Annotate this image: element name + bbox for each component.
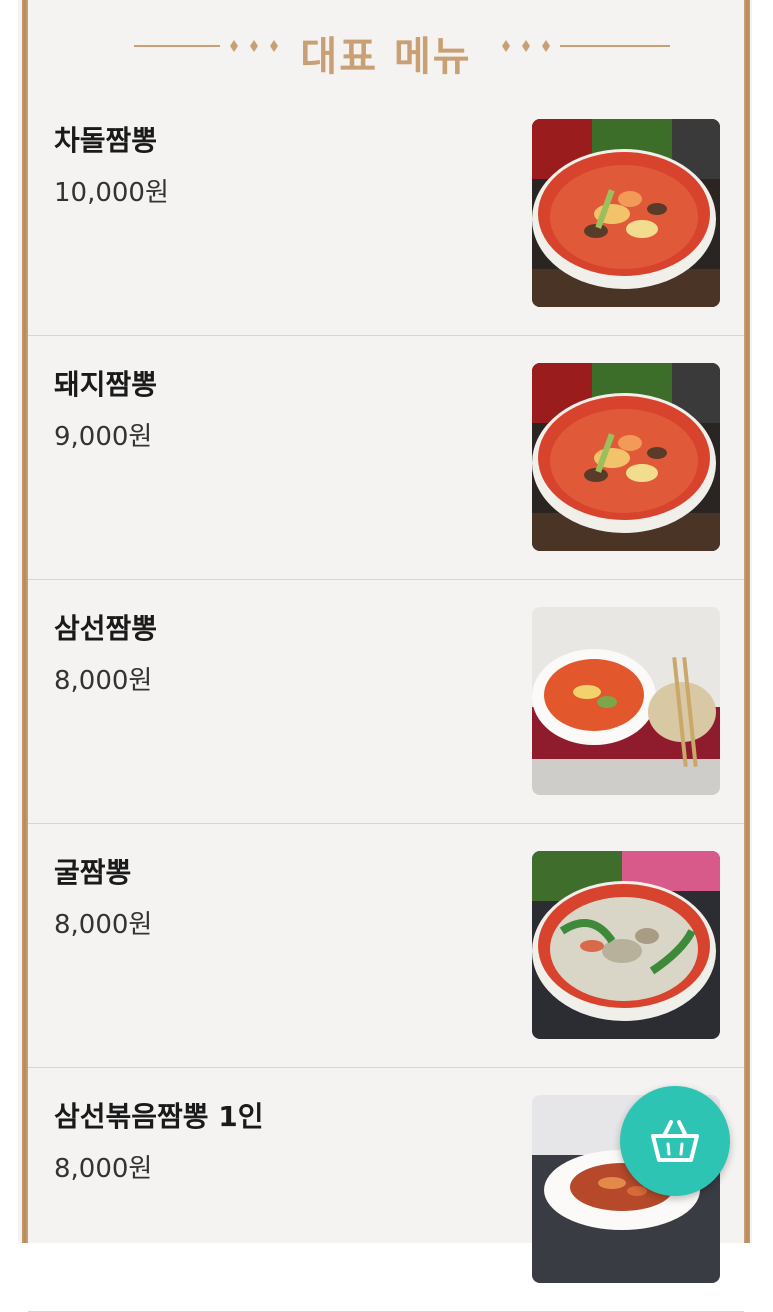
menu-item-price: 8,000원 — [54, 1154, 153, 1184]
samseon-jjamppong-photo[interactable] — [532, 607, 720, 795]
menu-item-name: 차돌짬뽕 — [54, 124, 158, 157]
menu-item-name: 삼선짬뽕 — [54, 612, 158, 645]
red-jjamppong-photo[interactable] — [532, 119, 720, 307]
cart-button[interactable] — [620, 1086, 730, 1196]
menu-item-price: 10,000원 — [54, 178, 169, 208]
right-border-rail — [744, 0, 750, 1243]
menu-item-name: 돼지짬뽕 — [54, 368, 158, 401]
menu-item-name: 굴짬뽕 — [54, 856, 132, 889]
section-header: 대표 메뉴 — [28, 0, 744, 95]
menu-item[interactable]: 돼지짬뽕 9,000원 — [28, 336, 744, 580]
oyster-jjamppong-photo[interactable] — [532, 851, 720, 1039]
menu-item-price: 8,000원 — [54, 666, 153, 696]
menu-item-price: 8,000원 — [54, 910, 153, 940]
shopping-basket-icon — [651, 1120, 699, 1162]
menu-item-name: 삼선볶음짬뽕 1인 — [54, 1100, 264, 1133]
menu-item-price: 9,000원 — [54, 422, 153, 452]
menu-item[interactable]: 차돌짬뽕 10,000원 — [28, 92, 744, 336]
menu-item[interactable]: 굴짬뽕 8,000원 — [28, 824, 744, 1068]
menu-item[interactable]: 삼선짬뽕 8,000원 — [28, 580, 744, 824]
red-jjamppong-photo[interactable] — [532, 363, 720, 551]
ornament-right-icon — [502, 40, 670, 52]
